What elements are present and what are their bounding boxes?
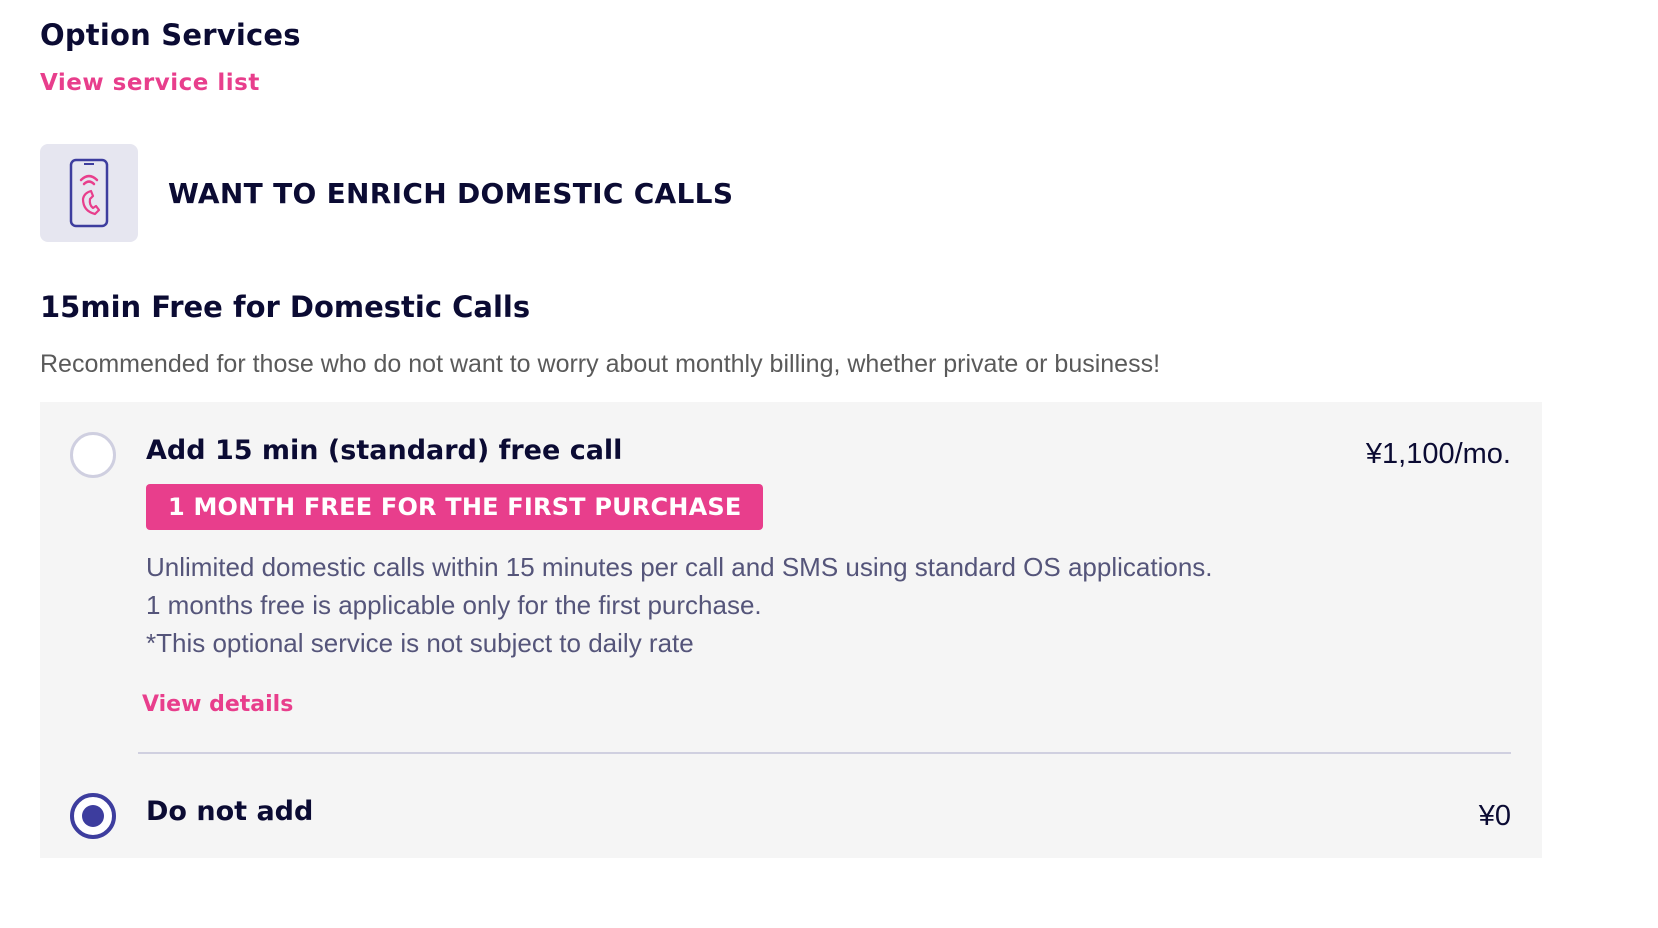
view-details-link[interactable]: View details xyxy=(142,692,293,717)
options-panel: Add 15 min (standard) free call ¥1,100/m… xyxy=(40,402,1542,858)
category-icon-box xyxy=(40,144,138,242)
option-divider xyxy=(138,752,1511,754)
option-add-radio[interactable] xyxy=(70,432,116,478)
option-do-not-add-radio[interactable] xyxy=(70,793,116,839)
option-do-not-add-price: ¥0 xyxy=(1478,800,1511,832)
promo-badge: 1 MONTH FREE FOR THE FIRST PURCHASE xyxy=(146,484,764,530)
option-add-description-line: Unlimited domestic calls within 15 minut… xyxy=(146,552,1213,582)
option-do-not-add-label[interactable]: Do not add xyxy=(146,796,313,827)
plan-title: 15min Free for Domestic Calls xyxy=(40,290,531,324)
plan-description: Recommended for those who do not want to… xyxy=(40,350,1161,378)
category-title: WANT TO ENRICH DOMESTIC CALLS xyxy=(168,176,734,210)
option-add-label[interactable]: Add 15 min (standard) free call xyxy=(146,435,622,466)
option-add-description: Unlimited domestic calls within 15 minut… xyxy=(146,548,1213,662)
option-add-description-line: 1 months free is applicable only for the… xyxy=(146,590,762,620)
option-add-description-line: *This optional service is not subject to… xyxy=(146,628,694,658)
category-header: WANT TO ENRICH DOMESTIC CALLS xyxy=(40,144,733,242)
phone-call-icon xyxy=(69,158,109,228)
section-title: Option Services xyxy=(40,18,301,52)
view-service-list-link[interactable]: View service list xyxy=(40,70,260,96)
option-add-price: ¥1,100/mo. xyxy=(1365,438,1511,470)
